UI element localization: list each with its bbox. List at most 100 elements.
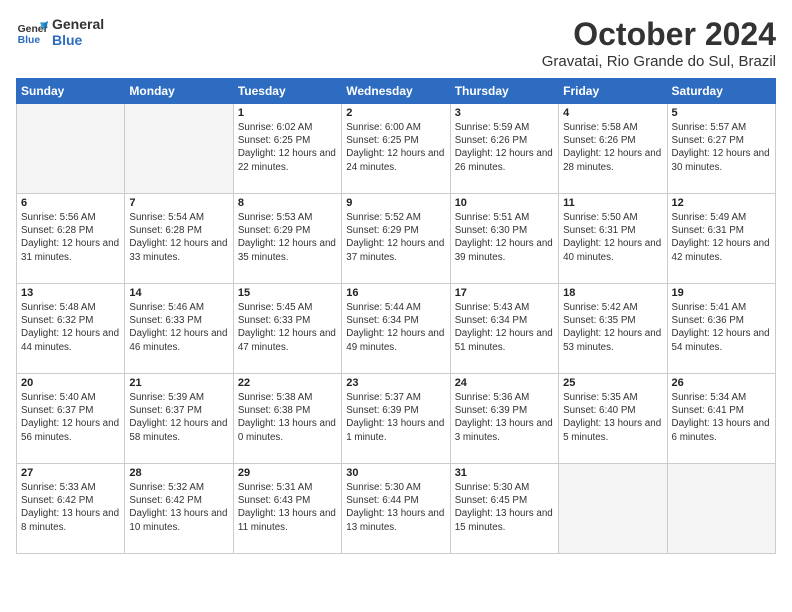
day-number: 18 — [563, 287, 662, 299]
day-detail: Sunrise: 5:45 AMSunset: 6:33 PMDaylight:… — [238, 301, 337, 354]
day-number: 23 — [346, 377, 445, 389]
day-number: 24 — [455, 377, 554, 389]
calendar-cell: 12 Sunrise: 5:49 AMSunset: 6:31 PMDayligh… — [667, 194, 775, 284]
day-number: 11 — [563, 197, 662, 209]
day-of-week-header: Monday — [125, 79, 233, 104]
day-detail: Sunrise: 5:36 AMSunset: 6:39 PMDaylight:… — [455, 391, 554, 444]
calendar-cell: 13Sunrise: 5:48 AMSunset: 6:32 PMDayligh… — [17, 284, 125, 374]
calendar-cell: 4 Sunrise: 5:58 AMSunset: 6:26 PMDaylight… — [559, 104, 667, 194]
day-number: 4 — [563, 107, 662, 119]
day-number: 9 — [346, 197, 445, 209]
day-detail: Sunrise: 5:52 AMSunset: 6:29 PMDaylight:… — [346, 211, 445, 264]
calendar-cell: 24 Sunrise: 5:36 AMSunset: 6:39 PMDayligh… — [450, 374, 558, 464]
day-number: 21 — [129, 377, 228, 389]
day-number: 7 — [129, 197, 228, 209]
day-number: 8 — [238, 197, 337, 209]
day-of-week-header: Sunday — [17, 79, 125, 104]
calendar-cell: 3Sunrise: 5:59 AMSunset: 6:26 PMDaylight… — [450, 104, 558, 194]
logo: General Blue General Blue — [16, 16, 104, 48]
calendar-cell: 14 Sunrise: 5:46 AMSunset: 6:33 PMDayligh… — [125, 284, 233, 374]
calendar-cell — [125, 104, 233, 194]
day-detail: Sunrise: 5:59 AMSunset: 6:26 PMDaylight:… — [455, 121, 554, 174]
calendar-cell: 26 Sunrise: 5:34 AMSunset: 6:41 PMDayligh… — [667, 374, 775, 464]
day-number: 5 — [672, 107, 771, 119]
calendar-cell: 31 Sunrise: 5:30 AMSunset: 6:45 PMDayligh… — [450, 464, 558, 554]
day-detail: Sunrise: 5:54 AMSunset: 6:28 PMDaylight:… — [129, 211, 228, 264]
calendar-cell: 25 Sunrise: 5:35 AMSunset: 6:40 PMDayligh… — [559, 374, 667, 464]
day-detail: Sunrise: 5:37 AMSunset: 6:39 PMDaylight:… — [346, 391, 445, 444]
day-detail: Sunrise: 5:32 AMSunset: 6:42 PMDaylight:… — [129, 481, 228, 534]
day-detail: Sunrise: 5:38 AMSunset: 6:38 PMDaylight:… — [238, 391, 337, 444]
calendar-cell: 17 Sunrise: 5:43 AMSunset: 6:34 PMDayligh… — [450, 284, 558, 374]
day-detail: Sunrise: 5:57 AMSunset: 6:27 PMDaylight:… — [672, 121, 771, 174]
calendar-cell: 10 Sunrise: 5:51 AMSunset: 6:30 PMDayligh… — [450, 194, 558, 284]
calendar-cell: 11Sunrise: 5:50 AMSunset: 6:31 PMDayligh… — [559, 194, 667, 284]
day-detail: Sunrise: 5:34 AMSunset: 6:41 PMDaylight:… — [672, 391, 771, 444]
day-number: 28 — [129, 467, 228, 479]
logo-icon: General Blue — [16, 16, 48, 48]
day-number: 31 — [455, 467, 554, 479]
calendar-cell: 5 Sunrise: 5:57 AMSunset: 6:27 PMDaylight… — [667, 104, 775, 194]
day-detail: Sunrise: 5:49 AMSunset: 6:31 PMDaylight:… — [672, 211, 771, 264]
day-detail: Sunrise: 5:30 AMSunset: 6:45 PMDaylight:… — [455, 481, 554, 534]
calendar-cell: 16 Sunrise: 5:44 AMSunset: 6:34 PMDayligh… — [342, 284, 450, 374]
calendar-cell: 29Sunrise: 5:31 AMSunset: 6:43 PMDayligh… — [233, 464, 341, 554]
day-number: 2 — [346, 107, 445, 119]
month-title: October 2024 — [542, 16, 776, 53]
calendar-week-row: 27 Sunrise: 5:33 AMSunset: 6:42 PMDayligh… — [17, 464, 776, 554]
day-of-week-header: Wednesday — [342, 79, 450, 104]
day-number: 15 — [238, 287, 337, 299]
day-number: 30 — [346, 467, 445, 479]
day-detail: Sunrise: 6:02 AMSunset: 6:25 PMDaylight:… — [238, 121, 337, 174]
day-detail: Sunrise: 5:43 AMSunset: 6:34 PMDaylight:… — [455, 301, 554, 354]
day-detail: Sunrise: 5:39 AMSunset: 6:37 PMDaylight:… — [129, 391, 228, 444]
calendar-cell: 6Sunrise: 5:56 AMSunset: 6:28 PMDaylight… — [17, 194, 125, 284]
calendar-table: SundayMondayTuesdayWednesdayThursdayFrid… — [16, 78, 776, 554]
calendar-cell: 7 Sunrise: 5:54 AMSunset: 6:28 PMDaylight… — [125, 194, 233, 284]
calendar-cell — [667, 464, 775, 554]
day-number: 10 — [455, 197, 554, 209]
calendar-cell: 19 Sunrise: 5:41 AMSunset: 6:36 PMDayligh… — [667, 284, 775, 374]
day-detail: Sunrise: 5:31 AMSunset: 6:43 PMDaylight:… — [238, 481, 337, 534]
calendar-cell: 28 Sunrise: 5:32 AMSunset: 6:42 PMDayligh… — [125, 464, 233, 554]
calendar-cell: 27 Sunrise: 5:33 AMSunset: 6:42 PMDayligh… — [17, 464, 125, 554]
day-number: 20 — [21, 377, 120, 389]
day-number: 13 — [21, 287, 120, 299]
calendar-cell: 1 Sunrise: 6:02 AMSunset: 6:25 PMDaylight… — [233, 104, 341, 194]
day-number: 26 — [672, 377, 771, 389]
calendar-cell: 8 Sunrise: 5:53 AMSunset: 6:29 PMDaylight… — [233, 194, 341, 284]
day-number: 17 — [455, 287, 554, 299]
day-of-week-header: Saturday — [667, 79, 775, 104]
day-detail: Sunrise: 5:42 AMSunset: 6:35 PMDaylight:… — [563, 301, 662, 354]
calendar-week-row: 13Sunrise: 5:48 AMSunset: 6:32 PMDayligh… — [17, 284, 776, 374]
day-detail: Sunrise: 5:56 AMSunset: 6:28 PMDaylight:… — [21, 211, 120, 264]
page-header: General Blue General Blue October 2024 G… — [16, 16, 776, 70]
day-detail: Sunrise: 6:00 AMSunset: 6:25 PMDaylight:… — [346, 121, 445, 174]
day-number: 19 — [672, 287, 771, 299]
day-number: 14 — [129, 287, 228, 299]
day-of-week-header: Thursday — [450, 79, 558, 104]
calendar-cell: 15 Sunrise: 5:45 AMSunset: 6:33 PMDayligh… — [233, 284, 341, 374]
day-detail: Sunrise: 5:58 AMSunset: 6:26 PMDaylight:… — [563, 121, 662, 174]
day-number: 16 — [346, 287, 445, 299]
calendar-week-row: 1 Sunrise: 6:02 AMSunset: 6:25 PMDaylight… — [17, 104, 776, 194]
calendar-cell: 21 Sunrise: 5:39 AMSunset: 6:37 PMDayligh… — [125, 374, 233, 464]
day-number: 1 — [238, 107, 337, 119]
logo-line2: Blue — [52, 32, 104, 48]
day-detail: Sunrise: 5:40 AMSunset: 6:37 PMDaylight:… — [21, 391, 120, 444]
day-detail: Sunrise: 5:46 AMSunset: 6:33 PMDaylight:… — [129, 301, 228, 354]
day-detail: Sunrise: 5:35 AMSunset: 6:40 PMDaylight:… — [563, 391, 662, 444]
day-detail: Sunrise: 5:30 AMSunset: 6:44 PMDaylight:… — [346, 481, 445, 534]
location: Gravatai, Rio Grande do Sul, Brazil — [542, 53, 776, 70]
day-number: 22 — [238, 377, 337, 389]
day-number: 25 — [563, 377, 662, 389]
day-of-week-header: Tuesday — [233, 79, 341, 104]
title-block: October 2024 Gravatai, Rio Grande do Sul… — [542, 16, 776, 70]
day-detail: Sunrise: 5:53 AMSunset: 6:29 PMDaylight:… — [238, 211, 337, 264]
day-detail: Sunrise: 5:44 AMSunset: 6:34 PMDaylight:… — [346, 301, 445, 354]
day-number: 27 — [21, 467, 120, 479]
day-detail: Sunrise: 5:33 AMSunset: 6:42 PMDaylight:… — [21, 481, 120, 534]
day-detail: Sunrise: 5:41 AMSunset: 6:36 PMDaylight:… — [672, 301, 771, 354]
day-detail: Sunrise: 5:51 AMSunset: 6:30 PMDaylight:… — [455, 211, 554, 264]
day-number: 12 — [672, 197, 771, 209]
